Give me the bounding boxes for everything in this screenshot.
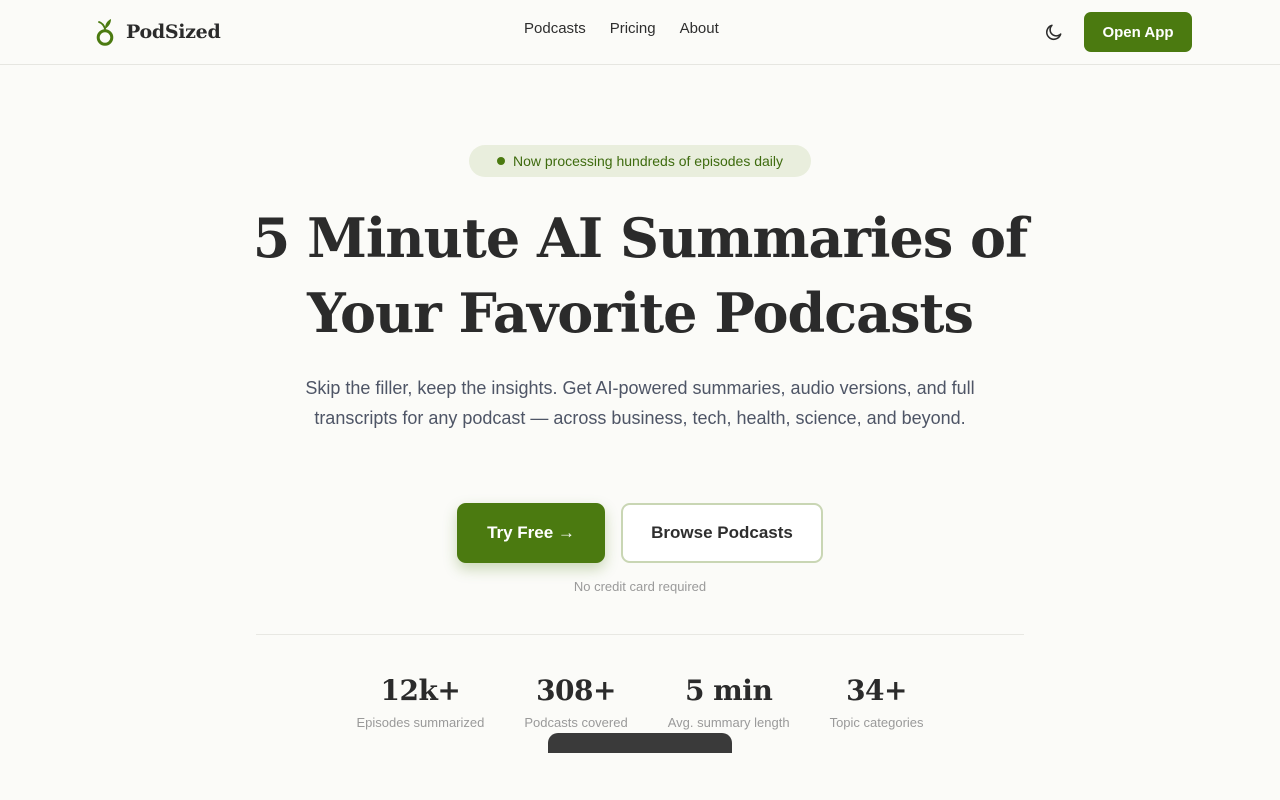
headline-line-1: 5 Minute AI Summaries of: [252, 206, 1029, 270]
stat-value: 12k+: [380, 674, 461, 707]
status-badge: Now processing hundreds of episodes dail…: [469, 145, 811, 177]
stat-episodes: 12k+ Episodes summarized: [356, 673, 484, 730]
brand-logo[interactable]: PodSized: [94, 17, 221, 47]
stat-summary-length: 5 min Avg. summary length: [668, 673, 790, 730]
stat-value: 5 min: [684, 674, 773, 707]
stat-podcasts: 308+ Podcasts covered: [524, 673, 627, 730]
stat-label: Episodes summarized: [356, 715, 485, 730]
section-divider: [256, 634, 1024, 635]
cta-note: No credit card required: [573, 579, 707, 594]
nav-link-podcasts[interactable]: Podcasts: [524, 20, 586, 37]
stat-categories: 34+ Topic categories: [830, 673, 924, 730]
theme-toggle-button[interactable]: [1041, 19, 1067, 45]
stat-value: 308+: [536, 674, 616, 707]
headline-line-2: Your Favorite Podcasts: [307, 281, 974, 345]
stat-label: Podcasts covered: [524, 715, 628, 730]
nav-link-about[interactable]: About: [680, 20, 719, 37]
hero-subtext: Skip the filler, keep the insights. Get …: [305, 378, 975, 428]
stat-label: Avg. summary length: [667, 715, 790, 730]
try-free-button[interactable]: Try Free →: [457, 503, 605, 563]
cta-group: Try Free → Browse Podcasts: [457, 503, 823, 563]
stat-label: Topic categories: [829, 715, 924, 730]
moon-icon: [1046, 24, 1062, 40]
browse-podcasts-button[interactable]: Browse Podcasts: [621, 503, 823, 563]
status-dot-icon: [496, 157, 505, 165]
acorn-sprout-icon: [96, 19, 114, 46]
nav-link-pricing[interactable]: Pricing: [610, 20, 656, 37]
app-preview-peek: [548, 733, 732, 753]
hero-headline: 5 Minute AI Summaries of Your Favorite P…: [0, 201, 1280, 351]
main-nav: Podcasts Pricing About: [524, 20, 719, 37]
status-badge-text: Now processing hundreds of episodes dail…: [512, 153, 784, 169]
open-app-button[interactable]: Open App: [1084, 12, 1192, 52]
top-navbar: PodSized Podcasts Pricing About Open App: [0, 0, 1280, 65]
stat-value: 34+: [846, 674, 908, 707]
brand-name: PodSized: [126, 21, 221, 43]
stats-row: 12k+ Episodes summarized 308+ Podcasts c…: [0, 673, 1280, 730]
